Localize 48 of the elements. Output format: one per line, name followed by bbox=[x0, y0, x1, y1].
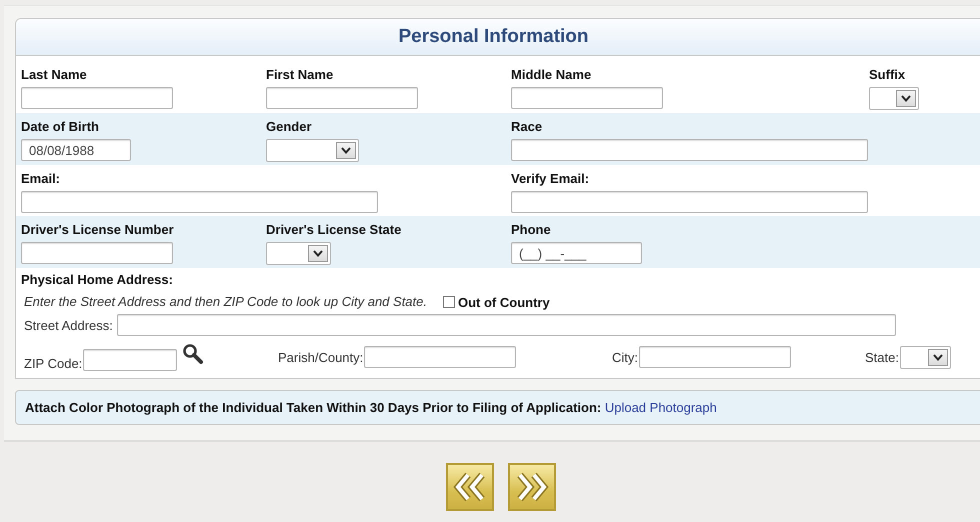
checkbox[interactable] bbox=[443, 296, 455, 308]
hint-text: Enter the Street Address and then ZIP Code to look up City and State. bbox=[24, 294, 427, 310]
input-field[interactable] bbox=[116, 314, 896, 336]
caret-icon bbox=[901, 95, 911, 102]
input-field[interactable] bbox=[639, 346, 791, 368]
input-field[interactable] bbox=[21, 87, 173, 109]
input-field[interactable]: 08/08/1988 bbox=[21, 139, 131, 161]
section-heading: Physical Home Address: bbox=[21, 272, 174, 287]
field-label: ZIP Code: bbox=[24, 356, 82, 371]
dropdown[interactable] bbox=[266, 242, 331, 265]
caret-icon bbox=[932, 354, 943, 360]
field-label: State: bbox=[865, 350, 899, 364]
section-title: Personal Information bbox=[398, 26, 589, 48]
input-field[interactable] bbox=[21, 242, 173, 264]
upload-link[interactable]: Upload Photograph bbox=[604, 400, 717, 415]
input-field[interactable] bbox=[511, 191, 868, 213]
field-label: City: bbox=[612, 350, 638, 364]
forward-button[interactable] bbox=[508, 463, 556, 511]
input-field[interactable] bbox=[511, 139, 868, 161]
input-field[interactable] bbox=[266, 87, 418, 109]
input-field[interactable] bbox=[364, 346, 516, 368]
field-label: First Name bbox=[266, 67, 334, 82]
field-label: Street Address: bbox=[24, 318, 113, 332]
caret-icon bbox=[313, 250, 323, 257]
field-label: Suffix bbox=[869, 67, 906, 82]
field-label: Phone bbox=[511, 222, 551, 237]
instruction-text: Attach Color Photograph of the Individual Taken Within 30 Days Prior to Filing of Application: Upload Photograph bbox=[25, 400, 717, 415]
field-label: Race bbox=[511, 119, 542, 134]
checkbox-label[interactable]: Out of Country bbox=[458, 294, 550, 310]
field-label: Verify Email: bbox=[511, 171, 590, 186]
field-label: Parish/County: bbox=[278, 350, 364, 364]
field-label: Gender bbox=[266, 119, 312, 134]
field-label: Driver's License Number bbox=[21, 222, 174, 237]
field-label: Last Name bbox=[21, 67, 87, 82]
field-label: Date of Birth bbox=[21, 119, 99, 134]
search-icon[interactable] bbox=[182, 343, 204, 365]
input-field[interactable] bbox=[83, 349, 178, 371]
input-field[interactable]: (__) __-___ bbox=[511, 242, 642, 264]
field-label: Driver's License State bbox=[266, 222, 402, 237]
back-button[interactable] bbox=[446, 463, 494, 511]
dropdown[interactable] bbox=[266, 139, 359, 162]
input-field[interactable] bbox=[511, 87, 663, 109]
caret-icon bbox=[341, 147, 351, 154]
dropdown[interactable] bbox=[869, 87, 919, 110]
field-label: Email: bbox=[21, 171, 60, 186]
dropdown[interactable] bbox=[900, 346, 951, 368]
field-label: Middle Name bbox=[511, 67, 592, 82]
input-field[interactable] bbox=[21, 191, 378, 213]
